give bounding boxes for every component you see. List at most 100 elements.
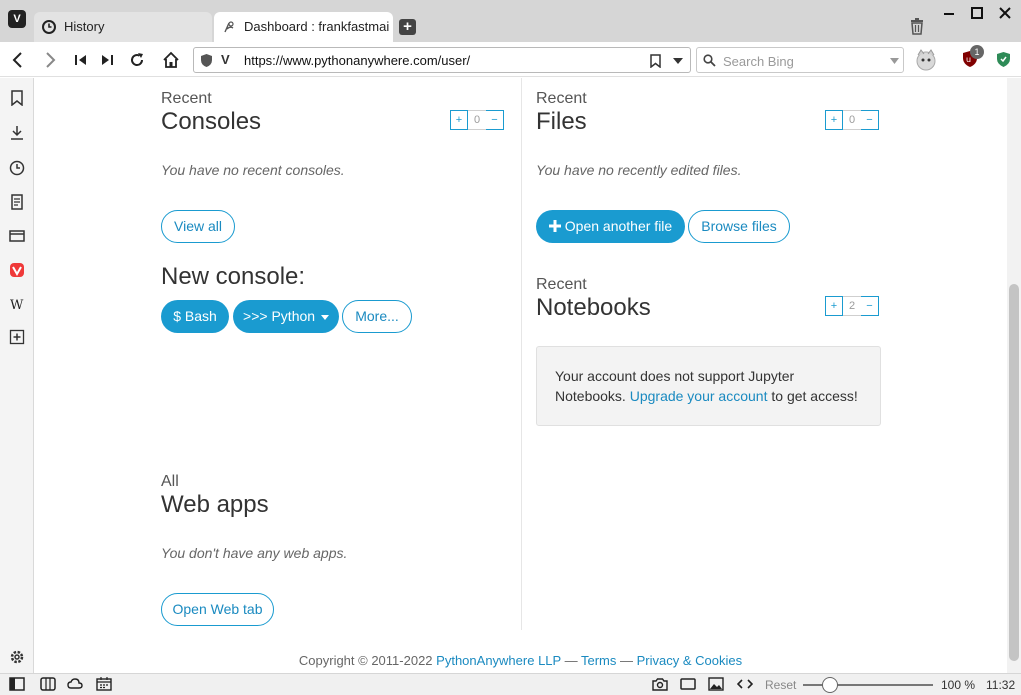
- url-field[interactable]: V https://www.pythonanywhere.com/user/: [193, 47, 691, 73]
- consoles-empty-message: You have no recent consoles.: [161, 162, 345, 178]
- notebooks-decrease-button[interactable]: −: [861, 296, 879, 316]
- consoles-title: Consoles: [161, 108, 262, 135]
- scrollbar-thumb[interactable]: [1009, 284, 1019, 661]
- notebooks-increase-button[interactable]: +: [825, 296, 843, 316]
- notebooks-counter: + 2 −: [825, 296, 879, 316]
- tab-history[interactable]: History: [34, 12, 212, 42]
- notebooks-notice-suffix: to get access!: [771, 388, 858, 404]
- open-another-file-button[interactable]: Open another file: [536, 210, 685, 243]
- open-another-file-label: Open another file: [564, 218, 673, 234]
- wikipedia-icon[interactable]: W: [9, 296, 25, 312]
- consoles-counter: + 0 −: [450, 110, 504, 130]
- footer-company-link[interactable]: PythonAnywhere LLP: [436, 653, 561, 668]
- image-toggle-icon[interactable]: [708, 677, 724, 691]
- add-panel-icon[interactable]: [9, 329, 25, 345]
- footer-terms-link[interactable]: Terms: [581, 653, 616, 668]
- consoles-increase-button[interactable]: +: [450, 110, 468, 130]
- reload-icon[interactable]: [127, 50, 147, 70]
- bash-console-button[interactable]: $ Bash: [161, 300, 229, 333]
- downloads-icon[interactable]: [9, 125, 25, 141]
- search-icon: [703, 54, 716, 67]
- tab-dashboard[interactable]: Dashboard : frankfastmailc: [214, 12, 393, 42]
- minimize-button[interactable]: [938, 6, 960, 24]
- cloud-sync-icon[interactable]: [67, 677, 83, 691]
- upgrade-account-link[interactable]: Upgrade your account: [630, 388, 768, 404]
- files-empty-message: You have no recently edited files.: [536, 162, 742, 178]
- new-tab-button[interactable]: +: [399, 19, 416, 35]
- trash-icon[interactable]: [909, 18, 925, 35]
- settings-gear-icon[interactable]: [9, 649, 25, 665]
- footer-separator: —: [620, 653, 633, 668]
- chevron-down-icon[interactable]: [890, 58, 899, 64]
- maximize-icon: [971, 7, 983, 19]
- toggle-panel-icon[interactable]: [9, 677, 25, 691]
- files-decrease-button[interactable]: −: [861, 110, 879, 130]
- tab-title: Dashboard : frankfastmailc: [244, 19, 389, 34]
- page-tiling-icon[interactable]: [680, 677, 696, 691]
- camera-icon[interactable]: [652, 677, 668, 691]
- files-kicker: Recent: [536, 90, 587, 107]
- files-counter: + 0 −: [825, 110, 879, 130]
- search-placeholder: Search Bing: [723, 54, 794, 69]
- tab-bar: V History Dashboard : frankfastmailc +: [0, 0, 1021, 42]
- url-text[interactable]: https://www.pythonanywhere.com/user/: [244, 53, 470, 68]
- notebooks-count: 2: [843, 296, 861, 316]
- chevron-down-icon[interactable]: [673, 58, 683, 64]
- page-footer: Copyright © 2011-2022 PythonAnywhere LLP…: [35, 653, 1006, 668]
- vertical-scrollbar[interactable]: [1007, 78, 1021, 673]
- close-window-button[interactable]: [994, 6, 1016, 24]
- tab-tiling-icon[interactable]: [40, 677, 56, 691]
- cat-avatar-icon[interactable]: [915, 49, 937, 71]
- svg-text:u: u: [966, 55, 971, 64]
- back-icon[interactable]: [8, 50, 28, 70]
- privacy-badger-icon[interactable]: [996, 51, 1011, 68]
- bookmarks-icon[interactable]: [9, 90, 25, 106]
- footer-privacy-link[interactable]: Privacy & Cookies: [637, 653, 742, 668]
- python-console-button[interactable]: >>> Python: [233, 300, 339, 333]
- notes-icon[interactable]: [9, 194, 25, 210]
- vivaldi-menu-button[interactable]: V: [8, 10, 26, 28]
- history-icon[interactable]: [9, 160, 25, 176]
- zoom-slider-handle[interactable]: [822, 677, 838, 693]
- rewind-icon[interactable]: [71, 50, 91, 70]
- view-all-consoles-button[interactable]: View all: [161, 210, 235, 243]
- more-consoles-button[interactable]: More...: [342, 300, 412, 333]
- vivaldi-icon[interactable]: [9, 262, 25, 278]
- webapps-empty-message: You don't have any web apps.: [161, 545, 348, 561]
- consoles-decrease-button[interactable]: −: [486, 110, 504, 130]
- notebooks-kicker: Recent: [536, 276, 587, 293]
- consoles-count: 0: [468, 110, 486, 130]
- home-icon[interactable]: [161, 50, 181, 70]
- files-count: 0: [843, 110, 861, 130]
- fast-forward-icon[interactable]: [97, 50, 117, 70]
- maximize-button[interactable]: [966, 6, 988, 24]
- files-title: Files: [536, 108, 587, 135]
- files-increase-button[interactable]: +: [825, 110, 843, 130]
- zoom-reset-button[interactable]: Reset: [765, 678, 796, 692]
- bookmark-icon[interactable]: [650, 54, 661, 68]
- browse-files-button[interactable]: Browse files: [688, 210, 790, 243]
- shield-icon[interactable]: [200, 53, 213, 68]
- open-web-tab-button[interactable]: Open Web tab: [161, 593, 274, 626]
- page-actions-icon[interactable]: [737, 677, 753, 691]
- plus-icon: [548, 220, 561, 232]
- search-field[interactable]: Search Bing: [696, 47, 904, 73]
- caret-down-icon: [320, 314, 329, 320]
- pythonanywhere-icon: [224, 21, 234, 33]
- vivaldi-site-icon: V: [221, 52, 230, 67]
- ublock-badge: 1: [970, 45, 984, 59]
- ublock-extension[interactable]: u 1: [962, 45, 984, 70]
- python-console-label: >>> Python: [243, 308, 316, 324]
- zoom-level: 100 %: [941, 678, 976, 692]
- status-clock: 11:32: [986, 678, 1016, 692]
- forward-icon[interactable]: [40, 50, 60, 70]
- window-panel-icon[interactable]: [9, 228, 25, 244]
- footer-separator: —: [564, 653, 578, 668]
- calendar-icon[interactable]: [96, 677, 112, 691]
- status-bar: Reset 100 % 11:32: [0, 673, 1021, 695]
- new-console-title: New console:: [161, 263, 306, 290]
- clock-icon: [42, 20, 56, 34]
- svg-text:W: W: [10, 298, 24, 312]
- close-icon: [999, 7, 1011, 19]
- side-panel: W: [0, 78, 34, 673]
